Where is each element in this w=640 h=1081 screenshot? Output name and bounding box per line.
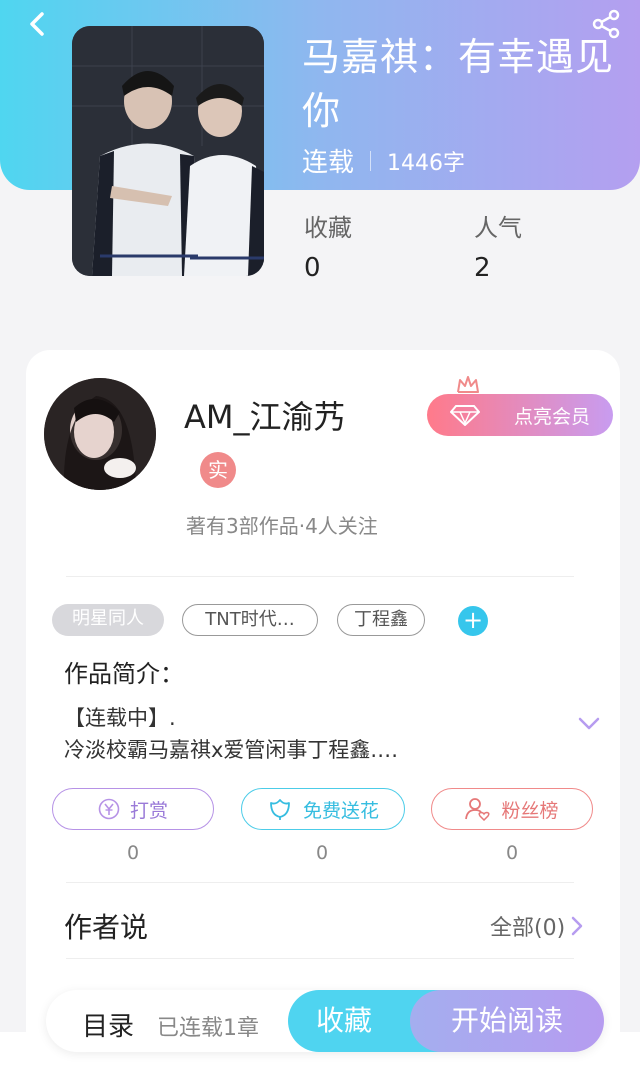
author-says-title: 作者说 bbox=[64, 911, 149, 944]
tag-character[interactable]: 丁程鑫 bbox=[337, 604, 425, 636]
table-of-contents-button[interactable]: 目录 bbox=[82, 1006, 134, 1043]
divider bbox=[66, 958, 574, 959]
crown-icon bbox=[457, 376, 479, 393]
tag-genre[interactable]: 明星同人 bbox=[52, 604, 164, 636]
tip-label: 打赏 bbox=[129, 799, 168, 822]
divider bbox=[370, 150, 372, 171]
tag-group[interactable]: TNT时代… bbox=[182, 604, 318, 636]
divider bbox=[66, 882, 574, 883]
send-flower-button[interactable]: 免费送花 bbox=[241, 788, 405, 830]
send-flower-label: 免费送花 bbox=[302, 799, 379, 822]
intro-line: 【连载中】. bbox=[64, 706, 176, 730]
stat-value: 2 bbox=[474, 253, 491, 283]
book-title: 马嘉祺：有幸遇见你 bbox=[302, 35, 615, 133]
flower-icon bbox=[270, 799, 290, 820]
author-meta: 著有3部作品·4人关注 bbox=[186, 514, 378, 538]
vip-button[interactable]: 点亮会员 bbox=[427, 394, 613, 436]
vip-button-label: 点亮会员 bbox=[513, 405, 590, 428]
book-status-row: 连载 1446字 bbox=[302, 142, 465, 179]
all-link-label: 全部(0) bbox=[490, 916, 566, 941]
stat-label: 人气 bbox=[474, 214, 522, 242]
chapter-count: 已连载1章 bbox=[157, 1016, 259, 1041]
intro-line: 冷淡校霸马嘉祺x爱管闲事丁程鑫.… bbox=[64, 738, 399, 762]
add-tag-button[interactable]: + bbox=[458, 606, 488, 636]
back-icon[interactable] bbox=[22, 8, 54, 40]
book-cover-image[interactable] bbox=[72, 26, 264, 276]
divider bbox=[66, 576, 574, 577]
tip-count: 0 bbox=[126, 842, 140, 864]
author-name[interactable]: AM_江渝艿 bbox=[184, 392, 346, 438]
start-reading-button[interactable]: 开始阅读 bbox=[410, 990, 604, 1052]
avatar-illustration bbox=[44, 378, 156, 490]
flower-count: 0 bbox=[315, 842, 329, 864]
cover-illustration bbox=[72, 26, 264, 276]
intro-title: 作品简介： bbox=[64, 660, 184, 688]
fan-ranking-button[interactable]: 粉丝榜 bbox=[431, 788, 593, 830]
tip-button[interactable]: 打赏 bbox=[52, 788, 214, 830]
fan-ranking-icon bbox=[465, 798, 491, 821]
intro-text: 【连载中】. 冷淡校霸马嘉祺x爱管闲事丁程鑫.… bbox=[64, 702, 544, 766]
stat-popularity: 人气 2 bbox=[474, 208, 522, 283]
verified-badge: 实 bbox=[200, 452, 236, 488]
chevron-right-icon bbox=[571, 916, 583, 936]
diamond-icon bbox=[449, 405, 480, 426]
stat-favorites: 收藏 0 bbox=[304, 208, 352, 283]
author-says-all-link[interactable]: 全部(0) bbox=[490, 910, 583, 942]
chevron-down-icon[interactable] bbox=[578, 716, 600, 732]
fan-ranking-label: 粉丝榜 bbox=[501, 799, 559, 822]
stat-label: 收藏 bbox=[304, 214, 352, 242]
serial-status: 连载 bbox=[302, 148, 355, 178]
yuan-coin-icon bbox=[98, 798, 120, 820]
word-count: 1446字 bbox=[387, 150, 466, 176]
author-avatar[interactable] bbox=[44, 378, 156, 490]
fan-count: 0 bbox=[505, 842, 519, 864]
stat-value: 0 bbox=[304, 253, 321, 283]
